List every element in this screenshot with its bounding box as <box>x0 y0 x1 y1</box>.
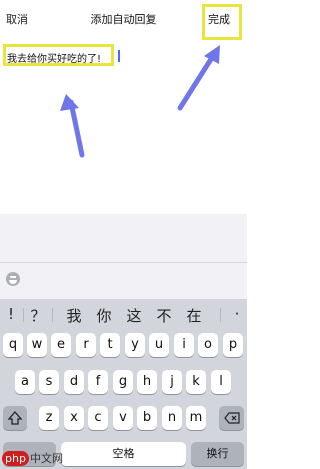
suggestion-item[interactable]: 我 <box>63 305 85 326</box>
key-u[interactable]: u <box>149 333 169 357</box>
key-e[interactable]: e <box>51 333 71 357</box>
key-a[interactable]: a <box>15 370 35 394</box>
shift-key[interactable] <box>3 406 27 430</box>
key-f[interactable]: f <box>88 370 108 394</box>
key-n[interactable]: n <box>162 406 182 430</box>
suggestion-separator <box>220 308 221 322</box>
suggestion-separator <box>23 308 24 322</box>
watermark-suffix: 中文网 <box>30 452 63 465</box>
key-i[interactable]: i <box>174 333 194 357</box>
suggestion-item[interactable]: · <box>226 305 248 323</box>
suggestion-item[interactable]: 在 <box>183 305 205 326</box>
emoji-eyes <box>10 276 16 278</box>
key-l[interactable]: l <box>211 370 231 394</box>
key-h[interactable]: h <box>137 370 157 394</box>
suggestion-item[interactable]: 这 <box>123 305 145 326</box>
key-j[interactable]: j <box>162 370 182 394</box>
key-b[interactable]: b <box>137 406 157 430</box>
key-x[interactable]: x <box>64 406 84 430</box>
key-s[interactable]: s <box>39 370 59 394</box>
key-row-3: z x c v b n m <box>0 406 247 430</box>
key-k[interactable]: k <box>186 370 206 394</box>
key-d[interactable]: d <box>64 370 84 394</box>
backspace-key[interactable] <box>219 406 244 430</box>
key-v[interactable]: v <box>113 406 133 430</box>
key-w[interactable]: w <box>27 333 47 357</box>
arrow-head-done <box>204 45 220 64</box>
key-o[interactable]: o <box>198 333 218 357</box>
key-t[interactable]: t <box>100 333 120 357</box>
space-key[interactable]: 空格 <box>61 442 186 466</box>
suggestion-item[interactable]: ! <box>0 305 22 323</box>
key-p[interactable]: p <box>223 333 243 357</box>
arrow-to-message <box>68 99 85 158</box>
key-row-1: q w e r t y u i o p <box>0 333 247 357</box>
return-key[interactable]: 换行 <box>191 442 244 466</box>
suggestion-item[interactable]: ？ <box>27 305 49 326</box>
arrow-head-message <box>60 94 79 111</box>
backspace-icon <box>223 412 240 424</box>
suggestion-separator <box>52 308 53 322</box>
key-c[interactable]: c <box>88 406 108 430</box>
key-z[interactable]: z <box>39 406 59 430</box>
key-row-2: a s d f g h j k l <box>0 370 247 394</box>
arrow-to-done <box>177 53 216 111</box>
reply-message-input[interactable]: 我去给你买好吃的了! <box>7 50 101 65</box>
key-g[interactable]: g <box>113 370 133 394</box>
emoji-toolbar <box>0 263 247 299</box>
key-y[interactable]: y <box>125 333 145 357</box>
suggestion-item[interactable]: 不 <box>153 305 175 326</box>
shift-icon <box>7 411 23 425</box>
key-m[interactable]: m <box>186 406 206 430</box>
content-gray-area <box>0 214 247 262</box>
key-r[interactable]: r <box>76 333 96 357</box>
done-highlight-box <box>202 4 242 40</box>
suggestion-item[interactable]: 你 <box>93 305 115 326</box>
text-cursor <box>118 50 120 62</box>
key-q[interactable]: q <box>3 333 23 357</box>
watermark-brand: php <box>2 451 29 466</box>
